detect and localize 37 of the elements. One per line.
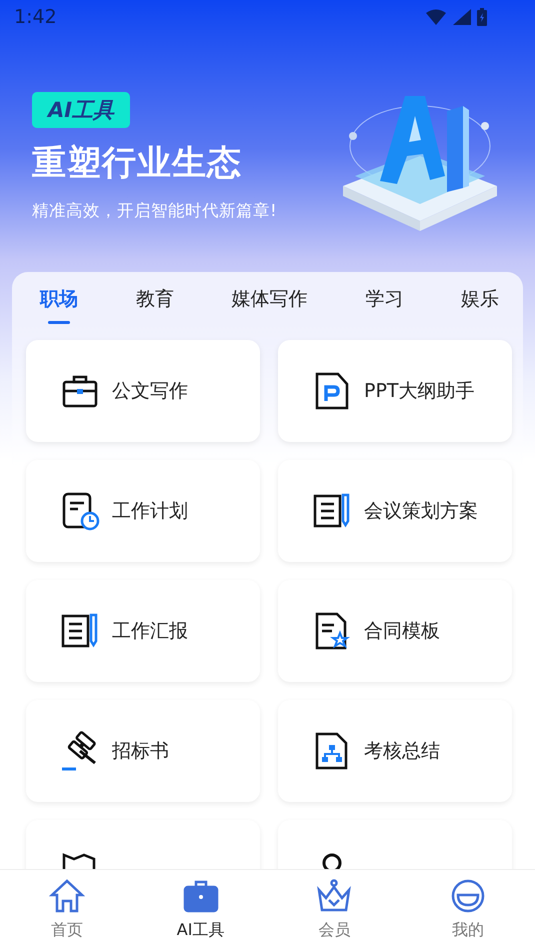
smiley-icon xyxy=(450,878,486,914)
category-tab[interactable]: 教育 xyxy=(136,286,174,324)
tool-card[interactable]: 合同模板 xyxy=(278,580,512,682)
category-tab[interactable]: 媒体写作 xyxy=(232,286,308,324)
tool-label: 会议策划方案 xyxy=(364,499,478,524)
tool-label: 招标书 xyxy=(112,739,169,764)
nav-tab[interactable]: 首页 xyxy=(12,870,122,951)
tool-card[interactable]: 工作汇报 xyxy=(26,580,260,682)
tool-label: 合同模板 xyxy=(364,619,440,644)
toolbox-icon xyxy=(182,878,219,914)
crown-icon xyxy=(316,878,352,914)
tool-label: 考核总结 xyxy=(364,739,440,764)
battery-icon xyxy=(477,8,487,26)
tool-label: 公文写作 xyxy=(112,379,188,404)
tool-card[interactable]: PPT大纲助手 xyxy=(278,340,512,442)
hero-subtitle: 精准高效，开启智能时代新篇章! xyxy=(32,200,277,222)
category-tab[interactable]: 职场 xyxy=(40,286,78,324)
tool-label: PPT大纲助手 xyxy=(364,379,475,404)
tool-card[interactable]: 考核总结 xyxy=(278,700,512,802)
wifi-icon xyxy=(425,9,447,25)
tool-label: 工作汇报 xyxy=(112,619,188,644)
signal-icon xyxy=(453,9,471,25)
tool-card[interactable]: 招标书 xyxy=(26,700,260,802)
document-clock-icon xyxy=(60,491,100,531)
nav-tab[interactable]: 会员 xyxy=(279,870,390,951)
nav-tab[interactable]: AI工具 xyxy=(146,870,256,951)
tool-card[interactable]: 工作计划 xyxy=(26,460,260,562)
category-tab[interactable]: 娱乐 xyxy=(461,286,499,324)
status-time: 1:42 xyxy=(14,6,57,28)
tool-card[interactable]: 会议策划方案 xyxy=(278,460,512,562)
category-tab[interactable]: 学习 xyxy=(365,286,404,324)
tool-label: 工作计划 xyxy=(112,499,188,524)
home-icon xyxy=(48,878,85,914)
nav-tab[interactable]: 我的 xyxy=(413,870,524,951)
hero-title: 重塑行业生态 xyxy=(32,142,242,185)
tool-card[interactable]: 公文写作 xyxy=(26,340,260,442)
hero-badge: AI工具 xyxy=(32,92,130,128)
